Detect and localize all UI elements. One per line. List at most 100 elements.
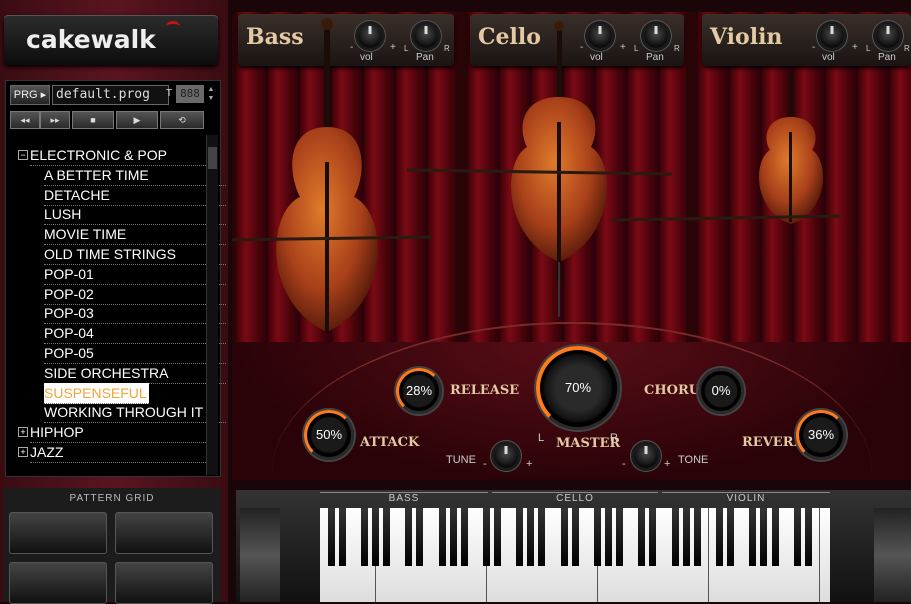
tree-item[interactable]: SUSPENSEFUL: [12, 382, 204, 404]
black-key[interactable]: [538, 508, 546, 566]
release-knob[interactable]: 28%: [396, 368, 442, 414]
black-key[interactable]: [749, 508, 757, 566]
tone-label: TONE: [678, 454, 709, 466]
black-key[interactable]: [727, 508, 735, 566]
release-label: RELEASE: [450, 383, 520, 398]
keyboard-zones: BASS CELLO VIOLIN: [320, 492, 830, 506]
black-key[interactable]: [460, 508, 468, 566]
tree-label: SUSPENSEFUL: [44, 382, 149, 404]
tree-item[interactable]: POP-03: [12, 303, 226, 325]
black-key[interactable]: [338, 508, 346, 566]
tree-label: OLD TIME STRINGS: [44, 244, 226, 265]
spin-arrows[interactable]: ▲ ▼: [206, 85, 216, 103]
lcd-display: 888: [176, 85, 204, 103]
tree-label: JAZZ: [30, 442, 212, 463]
master-knob[interactable]: 70%: [536, 346, 620, 430]
tree-item[interactable]: WORKING THROUGH IT: [12, 402, 226, 424]
black-key[interactable]: [593, 508, 601, 566]
tree-item[interactable]: LUSH: [12, 204, 226, 226]
black-key[interactable]: [527, 508, 535, 566]
black-key[interactable]: [560, 508, 568, 566]
black-key[interactable]: [649, 508, 657, 566]
piano-keyboard[interactable]: [320, 508, 830, 602]
pitch-wheel[interactable]: [240, 508, 280, 602]
tree-folder[interactable]: + JAZZ: [12, 442, 212, 463]
tree-folder[interactable]: + HIPHOP: [12, 422, 212, 444]
tree-scrollbar[interactable]: [206, 135, 218, 475]
logo-swoosh-icon: [166, 21, 180, 32]
black-key[interactable]: [383, 508, 390, 566]
chorus-value: 0%: [711, 383, 731, 398]
tree-item[interactable]: POP-04: [12, 323, 226, 345]
release-arc: [396, 368, 442, 414]
attack-knob[interactable]: 50%: [304, 410, 354, 460]
pattern-grid-title: PATTERN GRID: [69, 493, 155, 504]
tree-label: WORKING THROUGH IT: [44, 402, 226, 424]
master-l: L: [538, 432, 545, 444]
black-key[interactable]: [616, 508, 624, 566]
black-key[interactable]: [605, 508, 612, 566]
black-key[interactable]: [682, 508, 690, 566]
play-button[interactable]: ▶: [116, 111, 158, 129]
tree-folder[interactable]: − ELECTRONIC & POP: [12, 145, 212, 166]
pattern-pad-4[interactable]: [115, 562, 213, 604]
mod-wheel[interactable]: [874, 508, 911, 602]
tree-item[interactable]: OLD TIME STRINGS: [12, 244, 226, 265]
tree-label: POP-03: [44, 303, 226, 325]
tree-label: POP-04: [44, 323, 226, 345]
collapse-icon[interactable]: −: [18, 150, 28, 160]
black-key[interactable]: [793, 508, 801, 566]
black-key[interactable]: [804, 508, 812, 566]
tree-item[interactable]: POP-02: [12, 284, 226, 305]
tree-item[interactable]: SIDE ORCHESTRA: [12, 363, 226, 384]
program-name-field[interactable]: default.prog: [52, 85, 169, 105]
tree-label: POP-05: [44, 343, 226, 364]
black-key[interactable]: [638, 508, 646, 566]
fast-forward-button[interactable]: ▸▸: [40, 111, 70, 129]
black-key[interactable]: [371, 508, 379, 566]
logo-text: cakewalk: [26, 25, 156, 54]
tree-label: A BETTER TIME: [44, 165, 226, 186]
black-key[interactable]: [771, 508, 779, 566]
master-label: MASTER: [556, 436, 621, 451]
cello-icon: [406, 21, 673, 317]
pattern-pad-1[interactable]: [9, 512, 107, 554]
program-browser: PRG ▸ default.prog T 888 ▲ ▼ ◂◂ ▸▸ ■ ▶ ⟲ …: [5, 80, 226, 477]
black-key[interactable]: [405, 508, 413, 566]
loop-button[interactable]: ⟲: [160, 111, 204, 129]
prg-button[interactable]: PRG ▸: [10, 85, 50, 105]
black-key[interactable]: [482, 508, 490, 566]
tree-item[interactable]: A BETTER TIME: [12, 165, 226, 186]
expand-icon[interactable]: +: [18, 447, 28, 457]
scroll-thumb[interactable]: [208, 147, 217, 169]
black-key[interactable]: [571, 508, 579, 566]
chorus-knob[interactable]: 0%: [698, 368, 744, 414]
black-key[interactable]: [416, 508, 424, 566]
white-key[interactable]: [819, 508, 830, 602]
black-key[interactable]: [360, 508, 368, 566]
black-key[interactable]: [671, 508, 679, 566]
tone-knob[interactable]: [634, 444, 658, 468]
tree-item[interactable]: DETACHE: [12, 185, 226, 206]
rewind-button[interactable]: ◂◂: [10, 111, 40, 129]
stop-button[interactable]: ■: [72, 111, 114, 129]
black-key[interactable]: [516, 508, 524, 566]
black-key[interactable]: [716, 508, 723, 566]
black-key[interactable]: [327, 508, 335, 566]
tree-item[interactable]: MOVIE TIME: [12, 224, 226, 246]
violin-icon: [611, 74, 841, 224]
black-key[interactable]: [438, 508, 446, 566]
black-key[interactable]: [449, 508, 457, 566]
reverb-knob[interactable]: 36%: [796, 410, 846, 460]
black-key[interactable]: [494, 508, 501, 566]
tune-knob[interactable]: [494, 444, 518, 468]
black-key[interactable]: [693, 508, 701, 566]
black-key[interactable]: [760, 508, 768, 566]
program-tree: − ELECTRONIC & POP A BETTER TIME DETACHE LUS…: [12, 145, 226, 475]
expand-icon[interactable]: +: [18, 427, 28, 438]
tree-item[interactable]: POP-01: [12, 264, 226, 285]
tree-item[interactable]: POP-05: [12, 343, 226, 364]
reverb-arc: [796, 410, 846, 460]
pattern-pad-2[interactable]: [115, 512, 213, 554]
pattern-pad-3[interactable]: [9, 562, 107, 604]
